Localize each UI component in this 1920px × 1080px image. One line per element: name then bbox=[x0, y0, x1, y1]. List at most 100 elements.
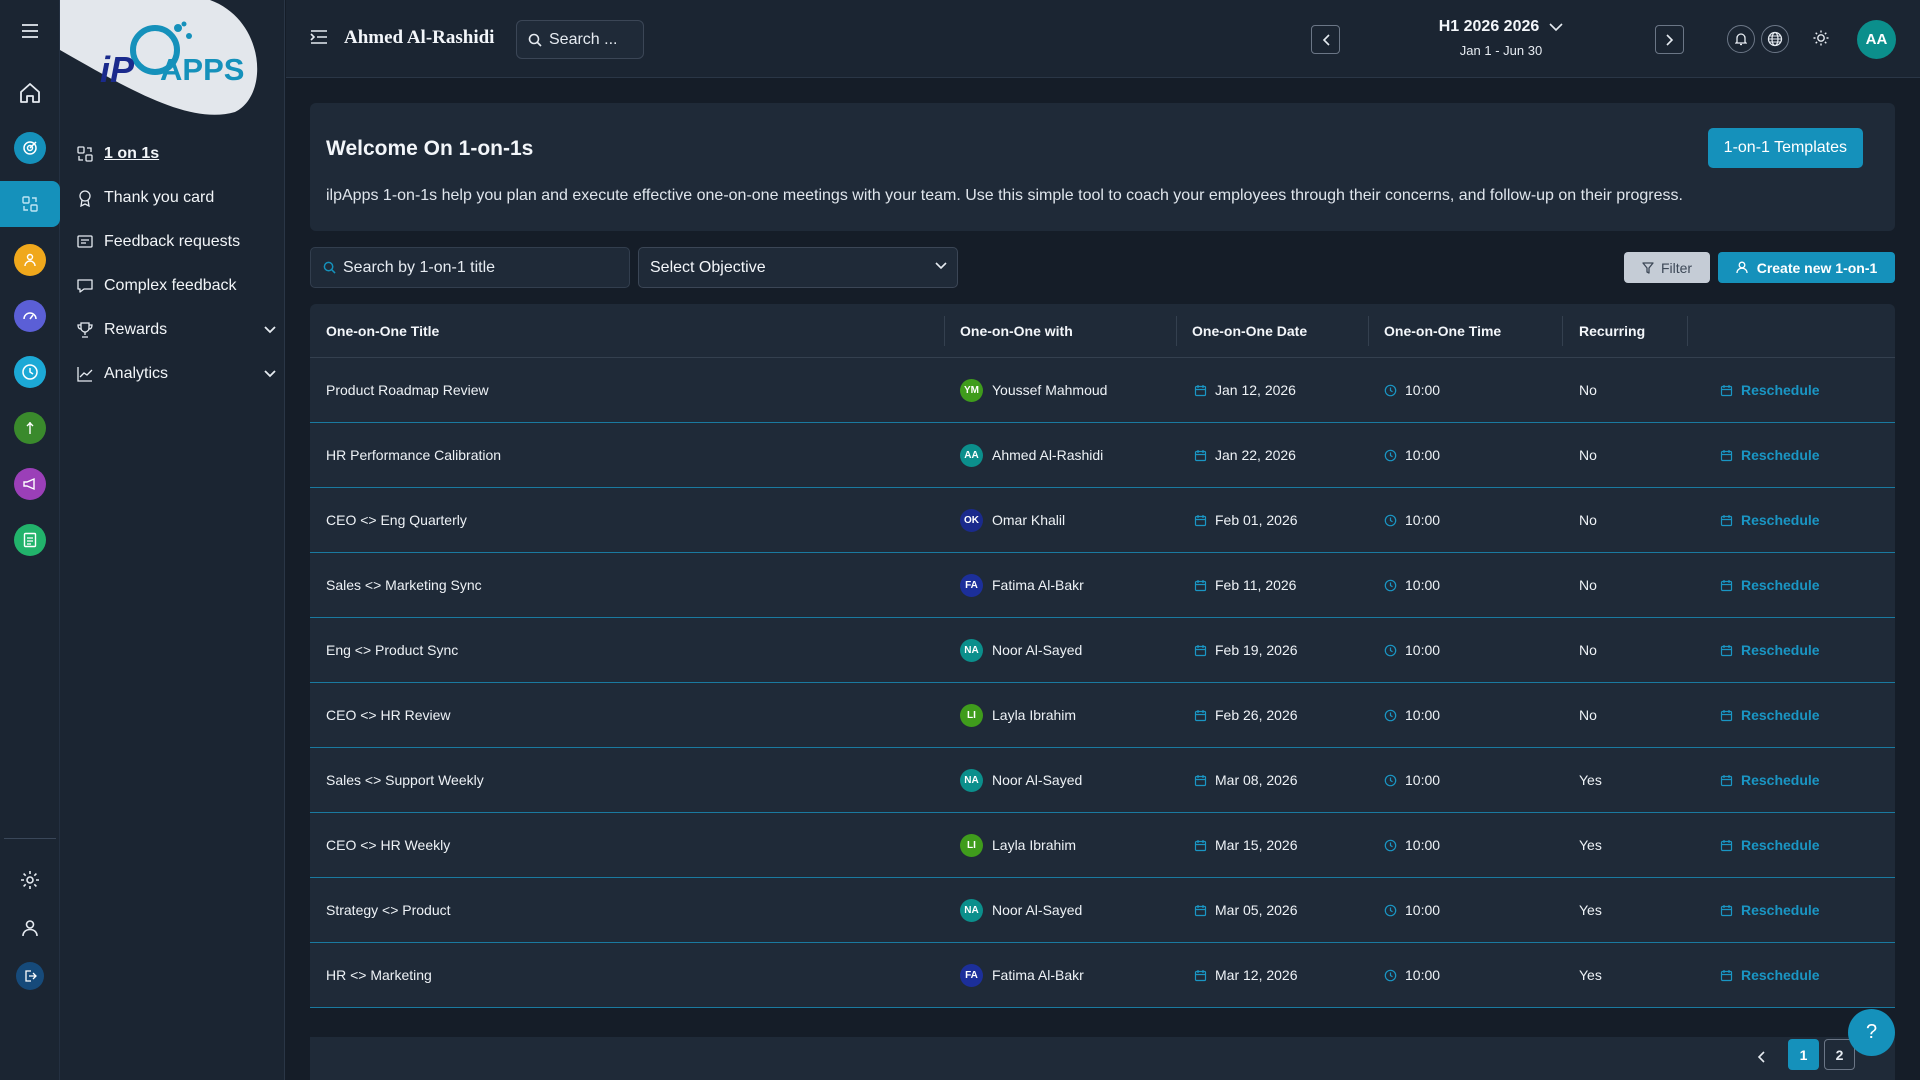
column-separator bbox=[1562, 316, 1563, 346]
logout-icon[interactable] bbox=[0, 953, 60, 999]
row-title: Product Roadmap Review bbox=[326, 382, 489, 398]
chevron-down-icon[interactable] bbox=[264, 326, 276, 334]
participant-avatar: OK bbox=[960, 508, 983, 532]
reschedule-link[interactable]: Reschedule bbox=[1720, 358, 1820, 422]
target-icon[interactable] bbox=[0, 125, 60, 171]
reschedule-link[interactable]: Reschedule bbox=[1720, 878, 1820, 942]
filter-button[interactable]: Filter bbox=[1624, 252, 1710, 283]
calendar-icon bbox=[1194, 579, 1207, 592]
reschedule-link[interactable]: Reschedule bbox=[1720, 683, 1820, 747]
calendar-icon bbox=[1194, 449, 1207, 462]
column-header-recurring[interactable]: Recurring bbox=[1579, 304, 1645, 358]
calendar-icon bbox=[1194, 384, 1207, 397]
nav-item-complex-feedback[interactable]: Complex feedback bbox=[76, 271, 276, 301]
calendar-icon bbox=[1720, 904, 1733, 917]
clock-icon bbox=[1384, 449, 1397, 462]
search-icon bbox=[323, 261, 336, 274]
chevron-left-icon[interactable] bbox=[1757, 1051, 1765, 1063]
nav-item-label: Rewards bbox=[104, 321, 168, 338]
row-date: Feb 26, 2026 bbox=[1194, 683, 1298, 747]
table-row[interactable]: Sales <> Support Weekly NA Noor Al-Sayed Ma… bbox=[310, 748, 1895, 813]
one-on-one-icon[interactable] bbox=[0, 181, 60, 227]
global-search-input[interactable]: Search ... bbox=[516, 20, 644, 59]
app-logo[interactable]: iP APPS bbox=[60, 0, 260, 115]
calendar-icon bbox=[1720, 384, 1733, 397]
row-title: Sales <> Marketing Sync bbox=[326, 577, 482, 593]
previous-period-button[interactable] bbox=[1311, 25, 1340, 54]
table-body: Product Roadmap Review YM Youssef Mahmoud J… bbox=[310, 358, 1895, 1008]
user-icon[interactable] bbox=[0, 905, 60, 951]
leaf-icon[interactable] bbox=[0, 405, 60, 451]
table-row[interactable]: Sales <> Marketing Sync FA Fatima Al-Bakr F… bbox=[310, 553, 1895, 618]
column-header-with[interactable]: One-on-One with bbox=[960, 304, 1073, 358]
reschedule-label: Reschedule bbox=[1741, 707, 1820, 723]
one-on-one-table: One-on-One Title One-on-One with One-on-… bbox=[310, 304, 1895, 1008]
next-period-button[interactable] bbox=[1655, 25, 1684, 54]
period-selector[interactable]: H1 2026 2026 Jan 1 - Jun 30 bbox=[1436, 18, 1566, 58]
language-button[interactable] bbox=[1761, 25, 1789, 53]
participant-avatar: AA bbox=[960, 443, 983, 467]
gear-icon[interactable] bbox=[0, 857, 60, 903]
nav-item-rewards[interactable]: Rewards bbox=[76, 315, 276, 345]
gauge-icon[interactable] bbox=[0, 293, 60, 339]
calendar-icon bbox=[1720, 579, 1733, 592]
clock-icon bbox=[1384, 644, 1397, 657]
column-separator bbox=[1687, 316, 1688, 346]
nav-item-feedback-requests[interactable]: Feedback requests bbox=[76, 227, 276, 257]
help-button[interactable]: ? bbox=[1848, 1009, 1895, 1056]
create-one-on-one-button[interactable]: Create new 1-on-1 bbox=[1718, 252, 1895, 283]
hamburger-icon[interactable] bbox=[0, 8, 60, 54]
table-row[interactable]: Product Roadmap Review YM Youssef Mahmoud J… bbox=[310, 358, 1895, 423]
table-row[interactable]: HR Performance Calibration AA Ahmed Al-Ras… bbox=[310, 423, 1895, 488]
calendar-icon bbox=[1194, 969, 1207, 982]
collapse-menu-icon[interactable] bbox=[310, 29, 328, 45]
column-header-title[interactable]: One-on-One Title bbox=[326, 304, 439, 358]
nav-item-analytics[interactable]: Analytics bbox=[76, 359, 276, 389]
nav-item-1on1s[interactable]: 1 on 1s bbox=[76, 139, 276, 169]
reschedule-link[interactable]: Reschedule bbox=[1720, 423, 1820, 487]
reschedule-link[interactable]: Reschedule bbox=[1720, 748, 1820, 812]
participant-name: Noor Al-Sayed bbox=[992, 642, 1083, 658]
clock-icon bbox=[1384, 514, 1397, 527]
clock-icon[interactable] bbox=[0, 349, 60, 395]
filter-button-label: Filter bbox=[1660, 259, 1693, 276]
row-recurring: No bbox=[1579, 382, 1597, 398]
row-time: 10:00 bbox=[1384, 618, 1440, 682]
title-search-input[interactable]: Search by 1-on-1 title bbox=[310, 247, 630, 288]
objective-select[interactable]: Select Objective bbox=[638, 247, 958, 288]
reschedule-link[interactable]: Reschedule bbox=[1720, 488, 1820, 552]
reschedule-link[interactable]: Reschedule bbox=[1720, 553, 1820, 617]
clock-icon bbox=[1384, 709, 1397, 722]
survey-icon[interactable] bbox=[0, 517, 60, 563]
top-bar: Ahmed Al-Rashidi Search ... H1 2026 2026… bbox=[286, 0, 1920, 78]
page-button-1[interactable]: 1 bbox=[1788, 1039, 1819, 1070]
column-header-time[interactable]: One-on-One Time bbox=[1384, 304, 1501, 358]
people-icon[interactable] bbox=[0, 237, 60, 283]
home-icon[interactable] bbox=[0, 70, 60, 116]
nav-item-thank-you-card[interactable]: Thank you card bbox=[76, 183, 276, 213]
reschedule-link[interactable]: Reschedule bbox=[1720, 943, 1820, 1007]
row-title: CEO <> HR Weekly bbox=[326, 837, 451, 853]
reschedule-link[interactable]: Reschedule bbox=[1720, 618, 1820, 682]
calendar-icon bbox=[1194, 644, 1207, 657]
table-row[interactable]: Eng <> Product Sync NA Noor Al-Sayed Feb 19… bbox=[310, 618, 1895, 683]
table-row[interactable]: CEO <> HR Review LI Layla Ibrahim Feb 26, 2… bbox=[310, 683, 1895, 748]
table-row[interactable]: CEO <> Eng Quarterly OK Omar Khalil Feb 01,… bbox=[310, 488, 1895, 553]
table-row[interactable]: CEO <> HR Weekly LI Layla Ibrahim Mar 15, 2… bbox=[310, 813, 1895, 878]
table-row[interactable]: Strategy <> Product NA Noor Al-Sayed Mar 05… bbox=[310, 878, 1895, 943]
chevron-down-icon[interactable] bbox=[264, 370, 276, 378]
reschedule-label: Reschedule bbox=[1741, 967, 1820, 983]
templates-button[interactable]: 1-on-1 Templates bbox=[1707, 128, 1863, 168]
row-participant: LI Layla Ibrahim bbox=[960, 683, 1076, 747]
table-row[interactable]: HR <> Marketing FA Fatima Al-Bakr Mar 12, 2… bbox=[310, 943, 1895, 1008]
notifications-button[interactable] bbox=[1727, 25, 1755, 53]
column-separator bbox=[944, 316, 945, 346]
participant-avatar: LI bbox=[960, 833, 983, 857]
row-title: CEO <> Eng Quarterly bbox=[326, 512, 467, 528]
reschedule-link[interactable]: Reschedule bbox=[1720, 813, 1820, 877]
row-date: Jan 12, 2026 bbox=[1194, 358, 1296, 422]
theme-toggle-icon[interactable] bbox=[1812, 29, 1830, 47]
column-header-date[interactable]: One-on-One Date bbox=[1192, 304, 1307, 358]
megaphone-icon[interactable] bbox=[0, 461, 60, 507]
user-avatar[interactable]: AA bbox=[1857, 20, 1896, 59]
